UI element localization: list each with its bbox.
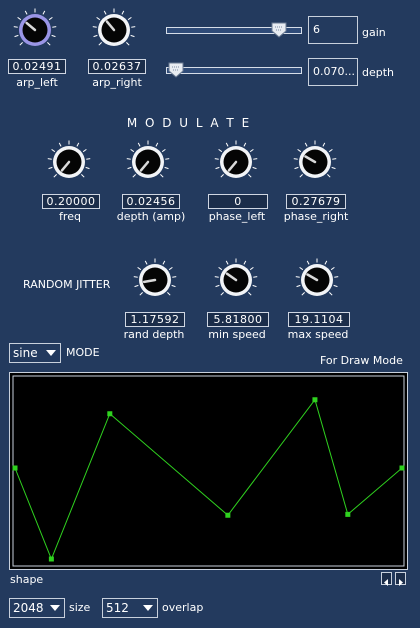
freq-value[interactable]: 0.20000: [42, 194, 100, 209]
depth-slider-track[interactable]: [166, 67, 302, 74]
gain-value-box[interactable]: 6: [308, 16, 358, 44]
arp-left-value[interactable]: 0.02491: [8, 59, 66, 74]
depth-label: depth: [362, 66, 395, 79]
mode-select[interactable]: sine: [9, 343, 61, 363]
arp-right-knob[interactable]: [92, 8, 136, 52]
depth-slider-thumb[interactable]: [168, 62, 184, 78]
rand-depth-knob[interactable]: [133, 258, 177, 302]
depth-amp-label: depth (amp): [116, 210, 186, 223]
random-jitter-title: RANDOM JITTER: [23, 278, 111, 291]
knob-icon: [133, 258, 177, 296]
draw-mode-label: For Draw Mode: [320, 354, 403, 367]
scroll-left-button[interactable]: [381, 572, 392, 586]
size-label: size: [69, 601, 91, 614]
shape-point[interactable]: [12, 465, 18, 471]
knob-icon: [214, 140, 258, 178]
mode-label: MODE: [66, 346, 100, 359]
slider-thumb-icon: [271, 22, 287, 38]
arp-left-knob[interactable]: [13, 8, 57, 52]
min-speed-value[interactable]: 5.81800: [207, 312, 269, 327]
knob-icon: [47, 140, 91, 178]
knob-icon: [295, 258, 339, 296]
knob-icon: [214, 258, 258, 296]
scroll-right-icon: [399, 579, 403, 586]
depth-amp-value[interactable]: 0.02456: [122, 194, 180, 209]
max-speed-value[interactable]: 19.1104: [288, 312, 350, 327]
modulate-title: M O D U L A T E: [126, 116, 252, 130]
freq-knob[interactable]: [47, 140, 91, 184]
knob-icon: [126, 140, 170, 178]
shape-point[interactable]: [345, 511, 351, 517]
rand-depth-value[interactable]: 1.17592: [125, 312, 185, 327]
size-select[interactable]: 2048: [9, 598, 65, 618]
shape-label: shape: [10, 573, 44, 586]
phase-right-value[interactable]: 0.27679: [286, 194, 346, 209]
overlap-select-value: 512: [106, 601, 129, 615]
shape-point[interactable]: [225, 512, 231, 518]
rand-depth-label: rand depth: [123, 328, 185, 341]
graph-frame: [12, 375, 405, 567]
arp-right-value[interactable]: 0.02637: [88, 59, 146, 74]
arp-left-label: arp_left: [16, 76, 58, 89]
phase-left-knob[interactable]: [214, 140, 258, 184]
knob-icon: [92, 8, 136, 46]
scroll-left-icon: [384, 579, 388, 586]
shape-line: [14, 398, 403, 561]
slider-thumb-icon: [168, 62, 184, 78]
shape-graph-canvas[interactable]: [10, 373, 407, 569]
knob-icon: [293, 140, 337, 178]
chevron-down-icon: [50, 605, 60, 611]
shape-graph[interactable]: [9, 372, 408, 570]
phase-left-label: phase_left: [208, 210, 266, 223]
min-speed-knob[interactable]: [214, 258, 258, 302]
overlap-label: overlap: [162, 601, 204, 614]
scroll-right-button[interactable]: [395, 572, 406, 586]
mode-select-value: sine: [13, 346, 38, 360]
max-speed-label: max speed: [287, 328, 349, 341]
shape-point[interactable]: [312, 397, 318, 403]
size-select-value: 2048: [13, 601, 44, 615]
min-speed-label: min speed: [208, 328, 266, 341]
chevron-down-icon: [46, 350, 56, 356]
overlap-select[interactable]: 512: [102, 598, 158, 618]
depth-amp-knob[interactable]: [126, 140, 170, 184]
phase-right-label: phase_right: [283, 210, 349, 223]
shape-point[interactable]: [399, 465, 405, 471]
max-speed-knob[interactable]: [295, 258, 339, 302]
depth-value-box[interactable]: 0.070...: [308, 58, 358, 86]
phase-right-knob[interactable]: [293, 140, 337, 184]
chevron-down-icon: [143, 605, 153, 611]
gain-slider-thumb[interactable]: [271, 22, 287, 38]
freq-label: freq: [59, 210, 81, 223]
gain-label: gain: [362, 26, 386, 39]
phase-left-value[interactable]: 0: [208, 194, 268, 209]
arp-right-label: arp_right: [92, 76, 142, 89]
shape-point[interactable]: [107, 411, 113, 417]
knob-icon: [13, 8, 57, 46]
shape-point[interactable]: [48, 556, 54, 562]
